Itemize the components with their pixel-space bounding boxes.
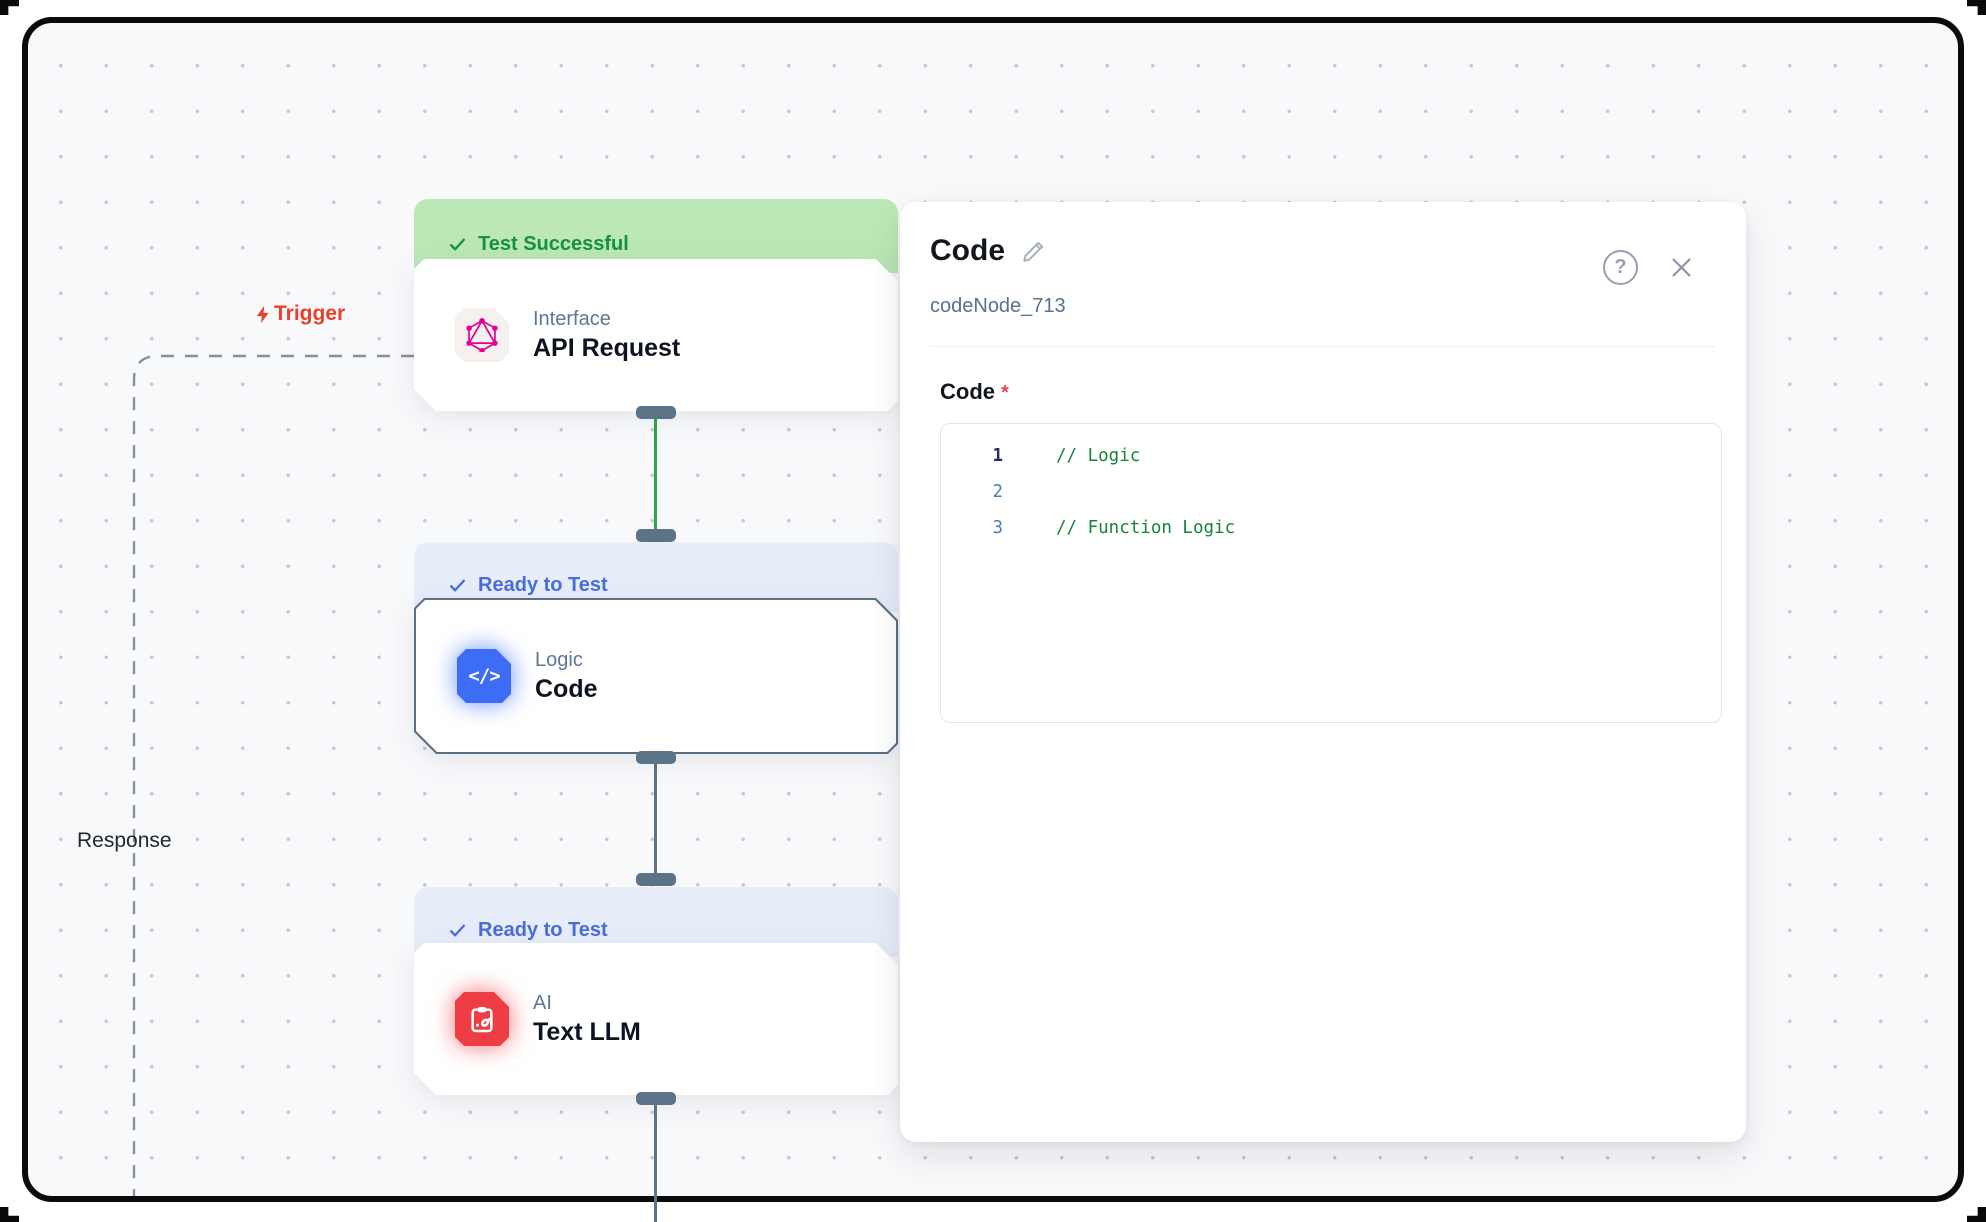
code-line: 1 // Logic [941, 438, 1721, 474]
node-code[interactable]: Ready to Test </> Logic Code [414, 542, 898, 754]
node-config-panel: Code ? codeNode_713 C [900, 202, 1746, 1142]
node-card-code[interactable]: </> Logic Code [414, 598, 898, 754]
required-marker: * [1001, 382, 1009, 404]
panel-title: Code [930, 236, 1005, 266]
check-icon [448, 576, 467, 595]
line-number: 1 [941, 446, 1003, 466]
node-category: Logic [535, 649, 598, 672]
node-title: Text LLM [533, 1018, 641, 1047]
code-line-text: // Function Logic [1056, 518, 1235, 538]
node-title: Code [535, 675, 598, 704]
node-card-text-llm[interactable]: AI Text LLM [414, 943, 898, 1095]
trigger-label-text: Trigger [274, 302, 345, 326]
connection-handle[interactable] [636, 751, 676, 764]
line-number: 3 [941, 518, 1003, 538]
response-label: Response [77, 829, 172, 853]
code-line-text: // Logic [1056, 446, 1140, 466]
code-line: 3 // Function Logic [941, 510, 1721, 546]
check-icon [448, 235, 467, 254]
connection-handle[interactable] [636, 529, 676, 542]
connector-line-success [654, 417, 657, 531]
node-status-text: Ready to Test [478, 919, 608, 942]
connector-line-exit [654, 1103, 657, 1222]
connector-line [654, 762, 657, 875]
node-text-llm[interactable]: Ready to Test AI Text LLM [414, 887, 898, 1095]
clipboard-pen-icon [455, 992, 509, 1046]
trigger-label: Trigger [254, 302, 345, 326]
lightning-bolt-icon [254, 304, 273, 325]
line-number: 2 [941, 482, 1003, 502]
edit-pencil-icon[interactable] [1019, 236, 1049, 266]
node-card-api-request[interactable]: Interface API Request [414, 259, 898, 411]
connection-handle[interactable] [636, 873, 676, 886]
help-icon[interactable]: ? [1603, 250, 1638, 285]
node-title: API Request [533, 334, 680, 363]
code-line: 2 [941, 474, 1721, 510]
close-icon[interactable] [1666, 253, 1696, 283]
node-api-request[interactable]: Test Successful [414, 199, 898, 411]
code-glyph: </> [468, 665, 499, 687]
node-category: AI [533, 992, 641, 1015]
graphql-icon [455, 308, 509, 362]
node-status-text: Test Successful [478, 233, 629, 256]
node-category: Interface [533, 308, 680, 331]
node-id: codeNode_713 [930, 295, 1716, 318]
connection-handle[interactable] [636, 406, 676, 419]
code-icon: </> [457, 649, 511, 703]
node-status-text: Ready to Test [478, 574, 608, 597]
check-icon [448, 921, 467, 940]
code-editor[interactable]: 1 // Logic 2 3 // Function Logic [940, 423, 1722, 723]
code-field-label: Code [940, 379, 995, 404]
